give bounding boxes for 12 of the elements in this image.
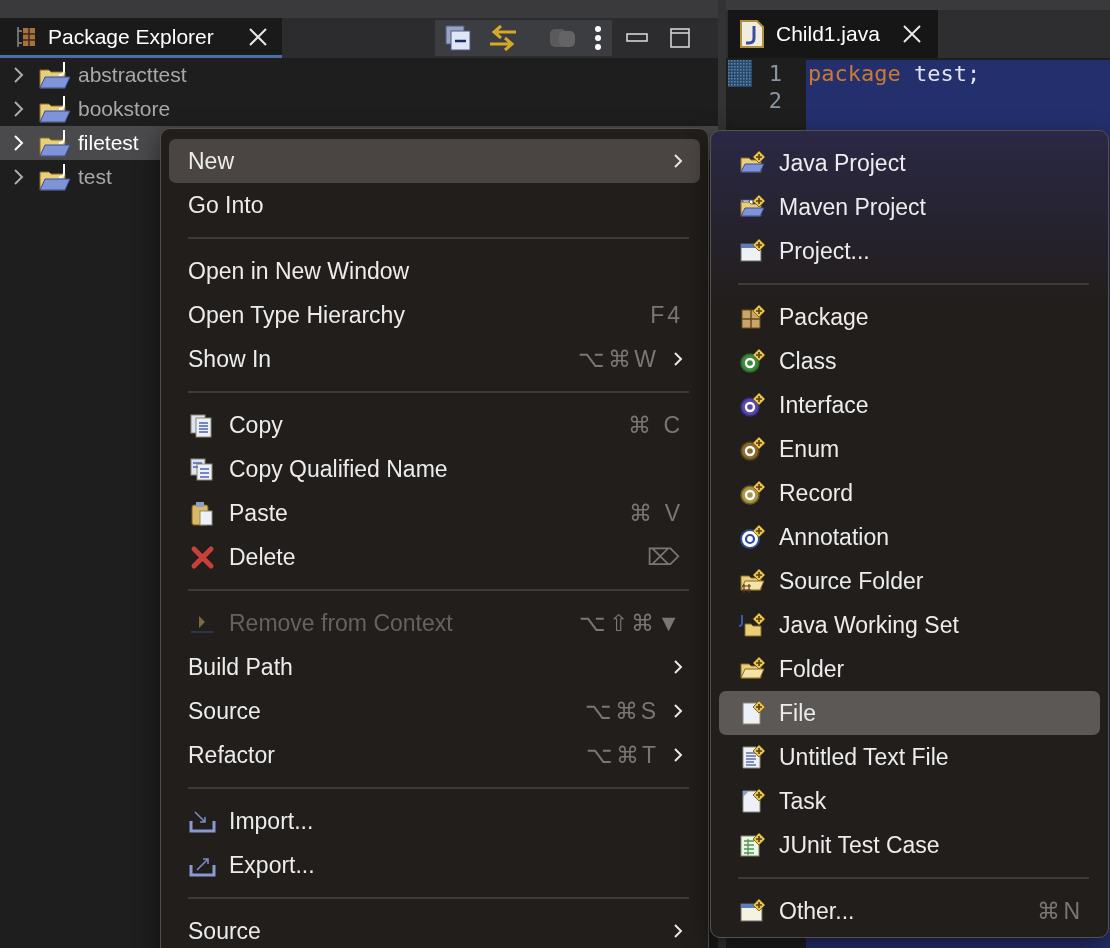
shortcut-label: ⌘N xyxy=(1037,897,1083,925)
shortcut-label: ⌘ C xyxy=(628,411,683,439)
shortcut-label: ⌥⌘W xyxy=(578,345,659,373)
shortcut-label: ⌘ V xyxy=(629,499,683,527)
line-number: 2 xyxy=(767,88,782,113)
line-number: 1 xyxy=(767,61,782,86)
shortcut-label: F4 xyxy=(650,301,683,329)
shortcut-label: ⌥⇧⌘▼ xyxy=(579,609,683,637)
code-line: package test; xyxy=(808,61,981,86)
shortcut-label: ⌥⌘S xyxy=(584,697,659,725)
shortcut-label: ⌦ xyxy=(647,543,683,571)
shortcut-label: ⌥⌘T xyxy=(585,741,659,769)
